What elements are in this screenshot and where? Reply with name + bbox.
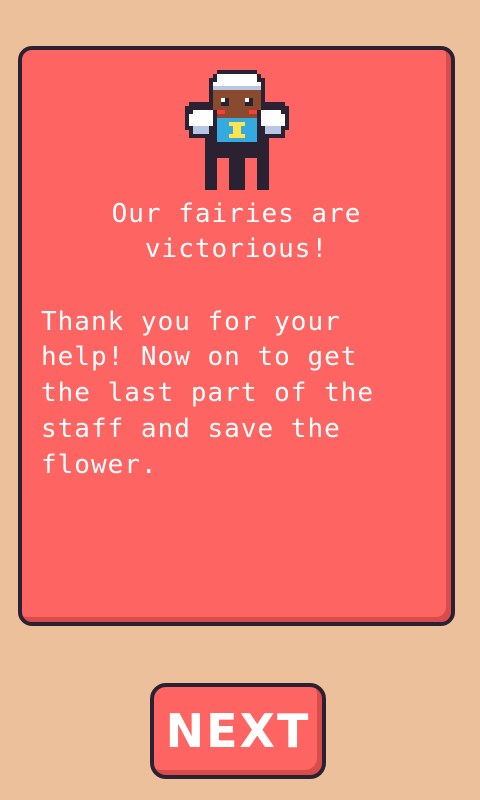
next-button-label: NEXT xyxy=(165,704,311,758)
fairy-character-icon xyxy=(185,70,289,190)
message-line: flower. xyxy=(41,450,158,480)
message-line: the last part of the xyxy=(41,378,375,408)
message-line: Thank you for your xyxy=(41,307,341,337)
dialog-headline-line-2: victorious! xyxy=(144,234,329,264)
next-button[interactable]: NEXT xyxy=(150,683,326,779)
dialog-headline-line-1: Our fairies are xyxy=(111,199,362,229)
message-line: staff and save the xyxy=(41,414,341,444)
message-line: help! Now on to get xyxy=(41,342,358,372)
